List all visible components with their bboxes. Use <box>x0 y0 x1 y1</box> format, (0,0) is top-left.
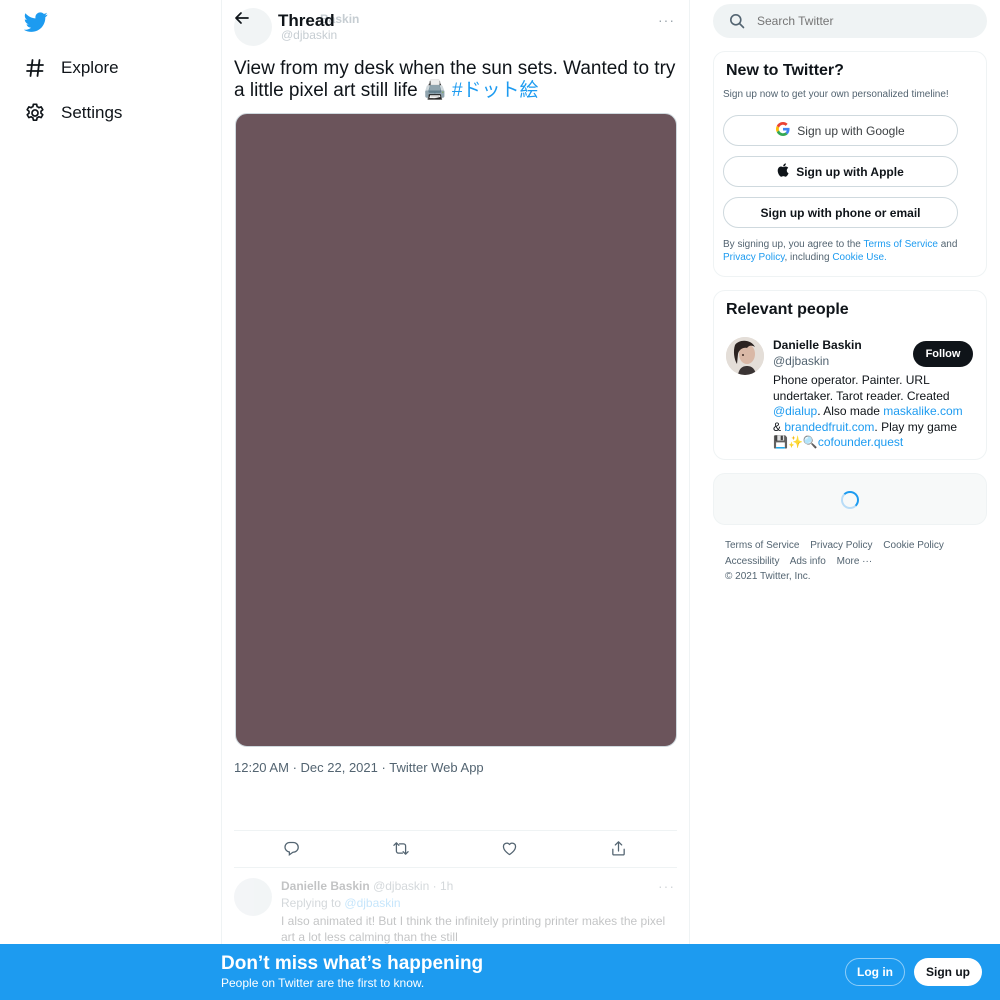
reply-time[interactable]: 1h <box>440 879 453 893</box>
signup-phone-email-button[interactable]: Sign up with phone or email <box>723 197 958 228</box>
person-handle: @djbaskin <box>773 354 830 368</box>
bio-link-brandedfruit[interactable]: brandedfruit.com <box>784 420 874 434</box>
card-subtitle: Sign up now to get your own personalized… <box>723 89 949 100</box>
bio-text: . Also made <box>817 404 880 418</box>
legal-and: and <box>940 239 958 250</box>
card-title: New to Twitter? <box>726 62 844 79</box>
tweet-hashtag-link[interactable]: #ドット絵 <box>452 80 539 101</box>
prompt-subtitle: People on Twitter are the first to know. <box>221 976 425 990</box>
hashtag-icon <box>24 57 46 79</box>
more-icon[interactable]: ··· <box>658 878 675 894</box>
copyright: © 2021 Twitter, Inc. <box>725 571 811 582</box>
person-name[interactable]: Danielle Baskin <box>773 338 862 352</box>
signup-button[interactable]: Sign up <box>914 958 982 986</box>
nav-item-label: Settings <box>61 103 123 122</box>
signup-google-label: Sign up with Google <box>797 123 905 138</box>
card-title: Relevant people <box>726 301 849 318</box>
signup-google-button[interactable]: Sign up with Google <box>723 115 958 146</box>
twitter-bird-icon[interactable] <box>23 10 48 34</box>
reply-tweet[interactable]: Danielle Baskin @djbaskin · 1h ··· Reply… <box>222 868 689 948</box>
thread-header: Baskin @djbaskin Thread ··· <box>222 0 689 46</box>
reply-author-handle: @djbaskin <box>373 879 430 893</box>
bio-link-dialup[interactable]: @dialup <box>773 404 817 418</box>
bio-link-cofounder[interactable]: cofounder.quest <box>818 435 903 449</box>
meta-separator: · <box>381 760 386 775</box>
nav-item-explore[interactable]: Explore <box>24 53 119 83</box>
replying-label: Replying to <box>281 896 342 910</box>
tweet-source: Twitter Web App <box>389 760 484 775</box>
tweet-date[interactable]: Dec 22, 2021 <box>301 760 378 775</box>
trends-loading-card <box>713 473 987 525</box>
nav-item-label: Explore <box>61 58 119 77</box>
tweet-media-image[interactable] <box>235 113 677 747</box>
cookie-link[interactable]: Cookie Use. <box>832 252 886 263</box>
legal-text: By signing up, you agree to the Terms of… <box>723 238 973 264</box>
bio-text: & <box>773 419 782 434</box>
tweet-meta: 12:20 AM · Dec 22, 2021 · Twitter Web Ap… <box>234 760 484 775</box>
footer-link-cookie[interactable]: Cookie Policy <box>883 540 944 551</box>
search-bar[interactable] <box>713 4 987 38</box>
signup-phone-label: Sign up with phone or email <box>760 205 921 220</box>
loading-spinner-icon <box>841 491 859 509</box>
signup-apple-button[interactable]: Sign up with Apple <box>723 156 958 187</box>
avatar[interactable] <box>726 337 764 375</box>
footer-link-terms[interactable]: Terms of Service <box>725 540 799 551</box>
nav-item-settings[interactable]: Settings <box>24 98 122 128</box>
footer-link-accessibility[interactable]: Accessibility <box>725 556 779 567</box>
left-nav: Explore Settings <box>0 0 221 1000</box>
tweet-actions <box>234 830 677 868</box>
reply-author-name[interactable]: Danielle Baskin <box>281 879 370 893</box>
reply-icon[interactable] <box>283 840 303 860</box>
apple-logo-icon <box>777 163 789 180</box>
follow-button[interactable]: Follow <box>913 341 973 367</box>
person-bio: Phone operator. Painter. URL undertaker.… <box>773 373 973 451</box>
reply-header: Danielle Baskin @djbaskin · 1h <box>281 879 453 893</box>
avatar[interactable] <box>234 878 272 916</box>
share-icon[interactable] <box>610 840 630 860</box>
footer-links: Terms of Service Privacy Policy Cookie P… <box>725 538 975 585</box>
legal-including: , including <box>784 252 830 263</box>
legal-prefix: By signing up, you agree to the <box>723 239 861 250</box>
thread-column: Baskin @djbaskin Thread ··· View from my… <box>221 0 690 1000</box>
prompt-title: Don’t miss what’s happening <box>221 953 484 974</box>
footer-link-privacy[interactable]: Privacy Policy <box>810 540 872 551</box>
retweet-icon[interactable] <box>392 840 412 860</box>
meta-separator: · <box>292 760 297 775</box>
replying-to-link[interactable]: @djbaskin <box>344 896 400 910</box>
new-to-twitter-card: New to Twitter? Sign up now to get your … <box>713 51 987 277</box>
footer-link-more[interactable]: More ··· <box>837 556 873 567</box>
replying-to: Replying to @djbaskin <box>281 896 401 910</box>
relevant-people-card: Relevant people Danielle Baskin @djbaski… <box>713 290 987 460</box>
login-button[interactable]: Log in <box>845 958 905 986</box>
search-input[interactable] <box>757 14 977 28</box>
search-icon <box>729 13 745 29</box>
signup-apple-label: Sign up with Apple <box>796 164 904 179</box>
footer-link-ads[interactable]: Ads info <box>790 556 826 567</box>
google-logo-icon <box>776 122 790 139</box>
bio-link-maskalike[interactable]: maskalike.com <box>883 404 962 418</box>
like-heart-icon[interactable] <box>501 840 521 860</box>
tweet-text: View from my desk when the sun sets. Wan… <box>234 58 679 102</box>
gear-icon <box>24 102 46 124</box>
more-icon[interactable]: ··· <box>658 12 675 28</box>
terms-link[interactable]: Terms of Service <box>863 239 937 250</box>
privacy-link[interactable]: Privacy Policy <box>723 252 785 263</box>
tweet-time[interactable]: 12:20 AM <box>234 760 289 775</box>
page-title: Thread <box>278 11 335 30</box>
back-arrow-icon[interactable] <box>234 10 254 30</box>
reply-text: I also animated it! But I think the infi… <box>281 914 666 944</box>
bio-text: Phone operator. Painter. URL undertaker.… <box>773 373 950 403</box>
meta-separator: · <box>432 879 437 893</box>
